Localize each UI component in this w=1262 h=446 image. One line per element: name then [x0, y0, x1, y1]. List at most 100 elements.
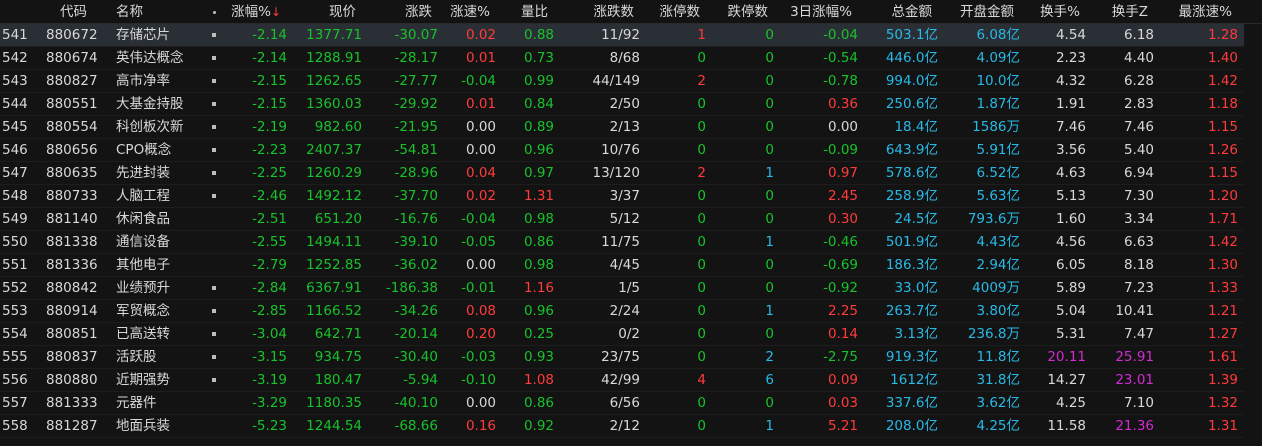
table-row[interactable]: 550 881338 通信设备 -2.55 1494.11 -39.10 -0.05 0.86…	[0, 231, 1262, 254]
row-vol-ratio: 0.86	[523, 234, 554, 250]
table-row[interactable]: 557 881333 元器件 -3.29 1180.35 -40.10 0.00 0.86 6/…	[0, 392, 1262, 415]
square-marker-icon	[212, 148, 216, 152]
row-price: 1494.11	[306, 234, 362, 250]
row-change: -21.95	[394, 119, 438, 135]
header-pct-3d[interactable]: 3日涨幅%	[774, 0, 858, 23]
row-price: 1377.71	[306, 27, 362, 43]
table-row[interactable]: 549 881140 休闲食品 -2.51 651.20 -16.76 -0.04 0.98 5…	[0, 208, 1262, 231]
header-vol-ratio[interactable]: 量比	[496, 0, 554, 23]
table-row[interactable]: 543 880827 高市净率 -2.15 1262.65 -27.77 -0.04 0.99…	[0, 70, 1262, 93]
row-amount: 18.4亿	[894, 119, 938, 135]
header-turnover-z[interactable]: 换手Z	[1086, 0, 1154, 23]
row-index: 554	[2, 326, 28, 342]
header-name[interactable]: 名称	[116, 0, 206, 23]
header-mark[interactable]	[206, 0, 222, 23]
table-row[interactable]: 552 880842 业绩预升 -2.84 6367.91 -186.38 -0.01 1.1…	[0, 277, 1262, 300]
table-row[interactable]: 551 881336 其他电子 -2.79 1252.85 -36.02 0.00 0.98 4…	[0, 254, 1262, 277]
header-max-speed[interactable]: 最涨速%	[1154, 0, 1238, 23]
row-change: -36.02	[394, 257, 438, 273]
row-amount: 3.13亿	[894, 326, 938, 342]
header-speed[interactable]: 涨速%	[438, 0, 496, 23]
row-vol-ratio: 0.25	[523, 326, 554, 342]
header-open-amount[interactable]: 开盘金额	[938, 0, 1020, 23]
table-row[interactable]: 556 880880 近期强势 -3.19 180.47 -5.94 -0.10 1.08 42…	[0, 369, 1262, 392]
table-row[interactable]: 544 880551 大基金持股 -2.15 1360.03 -29.92 0.01 0.84…	[0, 93, 1262, 116]
row-code: 880851	[46, 326, 98, 342]
header-change[interactable]: 涨跌	[362, 0, 438, 23]
table-row[interactable]: 555 880837 活跃股 -3.15 934.75 -30.40 -0.03 0.93 23…	[0, 346, 1262, 369]
row-turnover-z: 7.10	[1123, 395, 1154, 411]
table-row[interactable]: 558 881287 地面兵装 -5.23 1244.54 -68.66 0.16 0.92 2…	[0, 415, 1262, 438]
scrollbar[interactable]	[1244, 24, 1262, 446]
table-row[interactable]: 542 880674 英伟达概念 -2.14 1288.91 -28.17 0.01 0.73…	[0, 47, 1262, 70]
row-speed: 0.00	[465, 257, 496, 273]
row-up-down-count: 1/5	[618, 280, 640, 296]
row-pct: -2.15	[252, 96, 287, 112]
header-code[interactable]: 代码	[46, 0, 108, 23]
row-max-speed: 1.32	[1207, 395, 1238, 411]
row-max-speed: 1.40	[1207, 50, 1238, 66]
row-pct-3d: 2.25	[827, 303, 858, 319]
row-name: 近期强势	[116, 372, 170, 388]
table-row[interactable]: 548 880733 人脑工程 -2.46 1492.12 -37.70 0.02 1.31 3…	[0, 185, 1262, 208]
table-row[interactable]: 554 880851 已高送转 -3.04 642.71 -20.14 0.20 0.25 0/…	[0, 323, 1262, 346]
row-pct: -3.04	[252, 326, 287, 342]
row-vol-ratio: 1.16	[523, 280, 554, 296]
header-turnover[interactable]: 换手%	[1020, 0, 1086, 23]
row-index: 557	[2, 395, 28, 411]
row-limit-down: 0	[765, 188, 774, 204]
row-pct: -3.29	[252, 395, 287, 411]
row-change: -39.10	[394, 234, 438, 250]
row-index: 547	[2, 165, 28, 181]
row-speed: 0.02	[465, 188, 496, 204]
row-turnover-z: 4.40	[1123, 50, 1154, 66]
table-row[interactable]: 545 880554 科创板次新 -2.19 982.60 -21.95 0.00 0.89 2…	[0, 116, 1262, 139]
row-index: 545	[2, 119, 28, 135]
row-code: 880656	[46, 142, 98, 158]
row-amount: 33.0亿	[894, 280, 938, 296]
row-up-down-count: 6/56	[609, 395, 640, 411]
row-limit-down: 0	[765, 326, 774, 342]
row-max-speed: 1.28	[1207, 27, 1238, 43]
row-limit-down: 1	[765, 165, 774, 181]
table-row[interactable]: 553 880914 军贸概念 -2.85 1166.52 -34.26 0.08 0.96 2…	[0, 300, 1262, 323]
header-limit-down[interactable]: 跌停数	[706, 0, 774, 23]
row-turnover: 4.32	[1055, 73, 1086, 89]
header-up-down-count[interactable]: 涨跌数	[554, 0, 640, 23]
row-name: 通信设备	[116, 234, 170, 250]
row-code: 881338	[46, 234, 98, 250]
row-pct: -5.23	[252, 418, 287, 434]
row-code: 881336	[46, 257, 98, 273]
row-index: 552	[2, 280, 28, 296]
row-max-speed: 1.42	[1207, 234, 1238, 250]
table-row[interactable]: 546 880656 CPO概念 -2.23 2407.37 -54.81 0.00 0.96…	[0, 139, 1262, 162]
row-price: 1180.35	[306, 395, 362, 411]
header-limit-up[interactable]: 涨停数	[640, 0, 706, 23]
row-limit-down: 0	[765, 50, 774, 66]
row-limit-up: 0	[697, 349, 706, 365]
row-mark	[206, 47, 222, 69]
row-up-down-count: 4/45	[609, 257, 640, 273]
row-change: -54.81	[394, 142, 438, 158]
header-amount[interactable]: 总金额	[858, 0, 938, 23]
row-price: 1252.85	[306, 257, 362, 273]
table-row[interactable]: 547 880635 先进封装 -2.25 1260.29 -28.96 0.04 0.97 1…	[0, 162, 1262, 185]
row-vol-ratio: 0.84	[523, 96, 554, 112]
header-price[interactable]: 现价	[287, 0, 362, 23]
header-pct[interactable]: 涨幅%↓	[222, 0, 287, 23]
row-max-speed: 1.30	[1207, 257, 1238, 273]
row-pct: -3.15	[252, 349, 287, 365]
row-mark	[206, 369, 222, 391]
square-marker-icon	[212, 79, 216, 83]
row-index: 558	[2, 418, 28, 434]
row-max-speed: 1.27	[1207, 326, 1238, 342]
row-mark	[206, 162, 222, 184]
row-max-speed: 1.21	[1207, 303, 1238, 319]
row-vol-ratio: 0.73	[523, 50, 554, 66]
row-max-speed: 1.33	[1207, 280, 1238, 296]
sort-desc-icon: ↓	[270, 5, 281, 19]
row-limit-down: 0	[765, 257, 774, 273]
row-price: 1288.91	[306, 50, 362, 66]
row-name: 先进封装	[116, 165, 170, 181]
table-row[interactable]: 541 880672 存储芯片 -2.14 1377.71 -30.07 0.02 0.88 1…	[0, 24, 1262, 47]
